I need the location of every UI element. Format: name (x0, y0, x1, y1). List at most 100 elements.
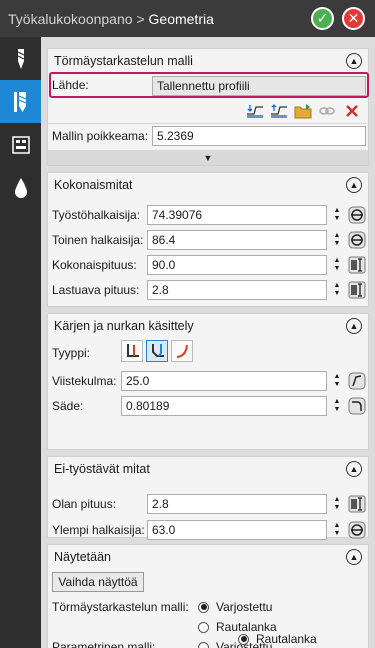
folder-icon (294, 104, 312, 119)
switch-display-button[interactable]: Vaihda näyttöä (52, 572, 144, 592)
measure-button[interactable] (347, 229, 367, 251)
angle-row: Viistekulma: (52, 370, 116, 392)
dimension-spinner[interactable]: ▲ ▼ (332, 520, 342, 540)
spin-up-icon[interactable]: ▲ (334, 398, 341, 406)
source-select[interactable]: Tallennettu profiili (152, 76, 366, 96)
dimension-spinner[interactable]: ▲ ▼ (332, 205, 342, 225)
measure-button[interactable] (347, 254, 367, 276)
import-profile-button[interactable] (245, 101, 265, 121)
delete-x-icon (346, 105, 358, 117)
measure-button[interactable] (347, 519, 367, 541)
breadcrumb-parent[interactable]: Työkalukokoonpano (8, 11, 133, 27)
accept-button[interactable]: ✓ (311, 7, 334, 30)
collapse-icon[interactable]: ▲ (346, 177, 362, 193)
collision-display-label: Törmäystarkastelun malli: (52, 600, 189, 614)
collision-display-row: Törmäystarkastelun malli: (52, 596, 189, 618)
link-button[interactable] (317, 101, 337, 121)
spin-down-icon[interactable]: ▼ (334, 265, 341, 273)
expand-more-bar[interactable]: ▼ (48, 150, 368, 165)
dimension-input[interactable]: 2.8 (147, 280, 327, 300)
dimension-row: Toinen halkaisija: (52, 229, 143, 251)
offset-value: 5.2369 (157, 129, 194, 143)
edge-type-radius-button[interactable] (171, 340, 193, 362)
radio-button[interactable] (198, 621, 209, 633)
dimension-input[interactable]: 2.8 (147, 494, 327, 514)
dimension-input[interactable]: 74.39076 (147, 205, 327, 225)
panel-header: Näytetään ▲ (48, 545, 368, 569)
open-folder-button[interactable] (293, 101, 313, 121)
angle-input[interactable]: 25.0 (121, 371, 327, 391)
spin-down-icon[interactable]: ▼ (334, 290, 341, 298)
close-icon: ✕ (347, 10, 360, 26)
spin-up-icon[interactable]: ▲ (334, 522, 341, 530)
dimension-spinner[interactable]: ▲ ▼ (332, 230, 342, 250)
spin-down-icon[interactable]: ▼ (334, 530, 341, 538)
link-icon (319, 107, 335, 115)
divider (48, 123, 368, 124)
dimension-input[interactable]: 86.4 (147, 230, 327, 250)
collapse-icon[interactable]: ▲ (346, 318, 362, 334)
sidebar-item-coolant[interactable] (0, 166, 41, 209)
assembly-icon (11, 135, 30, 154)
radius-spinner[interactable]: ▲ ▼ (332, 396, 342, 416)
dimension-value: 63.0 (152, 523, 176, 537)
offset-input[interactable]: 5.2369 (152, 126, 366, 146)
spin-down-icon[interactable]: ▼ (334, 381, 341, 389)
spin-up-icon[interactable]: ▲ (334, 232, 341, 240)
measure-button[interactable] (347, 204, 367, 226)
spin-down-icon[interactable]: ▼ (334, 240, 341, 248)
dimension-label: Kokonaispituus: (52, 258, 137, 272)
dimension-value: 86.4 (152, 233, 176, 247)
collapse-icon[interactable]: ▲ (346, 549, 362, 565)
breadcrumb: Työkalukokoonpano > Geometria (0, 11, 214, 27)
dimension-spinner[interactable]: ▲ ▼ (332, 494, 342, 514)
angle-measure-button[interactable] (347, 370, 367, 392)
spin-up-icon[interactable]: ▲ (334, 496, 341, 504)
offset-label: Mallin poikkeama: (52, 129, 149, 143)
radio-button[interactable] (198, 641, 209, 648)
sidebar-item-geometry[interactable] (0, 80, 41, 123)
measure-button[interactable] (347, 493, 367, 515)
parametric-display-row: Parametrinen malli: (52, 636, 155, 648)
type-label: Tyyppi: (52, 346, 91, 360)
sharp-corner-icon (127, 344, 139, 357)
parametric-wire-option[interactable]: Rautalanka (238, 628, 317, 648)
profile-import-icon (247, 105, 263, 118)
angle-spinner[interactable]: ▲ ▼ (332, 371, 342, 391)
dimension-spinner[interactable]: ▲ ▼ (332, 255, 342, 275)
length-measure-icon (348, 281, 366, 299)
edge-type-sharp-button[interactable] (121, 340, 143, 362)
collapse-icon[interactable]: ▲ (346, 461, 362, 477)
title-bar: Työkalukokoonpano > Geometria ✓ ✕ (0, 0, 375, 37)
spin-down-icon[interactable]: ▼ (334, 406, 341, 414)
spin-up-icon[interactable]: ▲ (334, 257, 341, 265)
collapse-icon[interactable]: ▲ (346, 53, 362, 69)
dimension-input[interactable]: 63.0 (147, 520, 327, 540)
export-profile-button[interactable] (269, 101, 289, 121)
panel-header: Kokonaismitat ▲ (48, 173, 368, 197)
sidebar-item-tool[interactable] (0, 37, 41, 80)
edge-handling-panel: Kärjen ja nurkan käsittely ▲ Tyyppi: Vii… (47, 313, 369, 450)
overall-dimensions-panel: Kokonaismitat ▲ Työstöhalkaisija: 74.3907… (47, 172, 369, 307)
diameter-measure-icon (348, 231, 366, 249)
measure-button[interactable] (347, 279, 367, 301)
panel-header: Ei-työstävät mitat ▲ (48, 457, 368, 481)
delete-button[interactable] (342, 101, 362, 121)
angle-value: 25.0 (126, 374, 150, 388)
chamfer-measure-icon (348, 372, 366, 390)
spin-up-icon[interactable]: ▲ (334, 282, 341, 290)
radio-button[interactable] (238, 633, 249, 645)
spin-up-icon[interactable]: ▲ (334, 373, 341, 381)
radio-button[interactable] (198, 601, 209, 613)
sidebar-item-assembly[interactable] (0, 123, 41, 166)
radius-measure-button[interactable] (347, 395, 367, 417)
collision-shaded-option[interactable]: Varjostettu (198, 596, 272, 618)
dimension-spinner[interactable]: ▲ ▼ (332, 280, 342, 300)
spin-up-icon[interactable]: ▲ (334, 207, 341, 215)
radius-input[interactable]: 0.80189 (121, 396, 327, 416)
dimension-input[interactable]: 90.0 (147, 255, 327, 275)
cancel-button[interactable]: ✕ (342, 7, 365, 30)
spin-down-icon[interactable]: ▼ (334, 504, 341, 512)
edge-type-chamfer-button[interactable] (146, 340, 168, 362)
spin-down-icon[interactable]: ▼ (334, 215, 341, 223)
